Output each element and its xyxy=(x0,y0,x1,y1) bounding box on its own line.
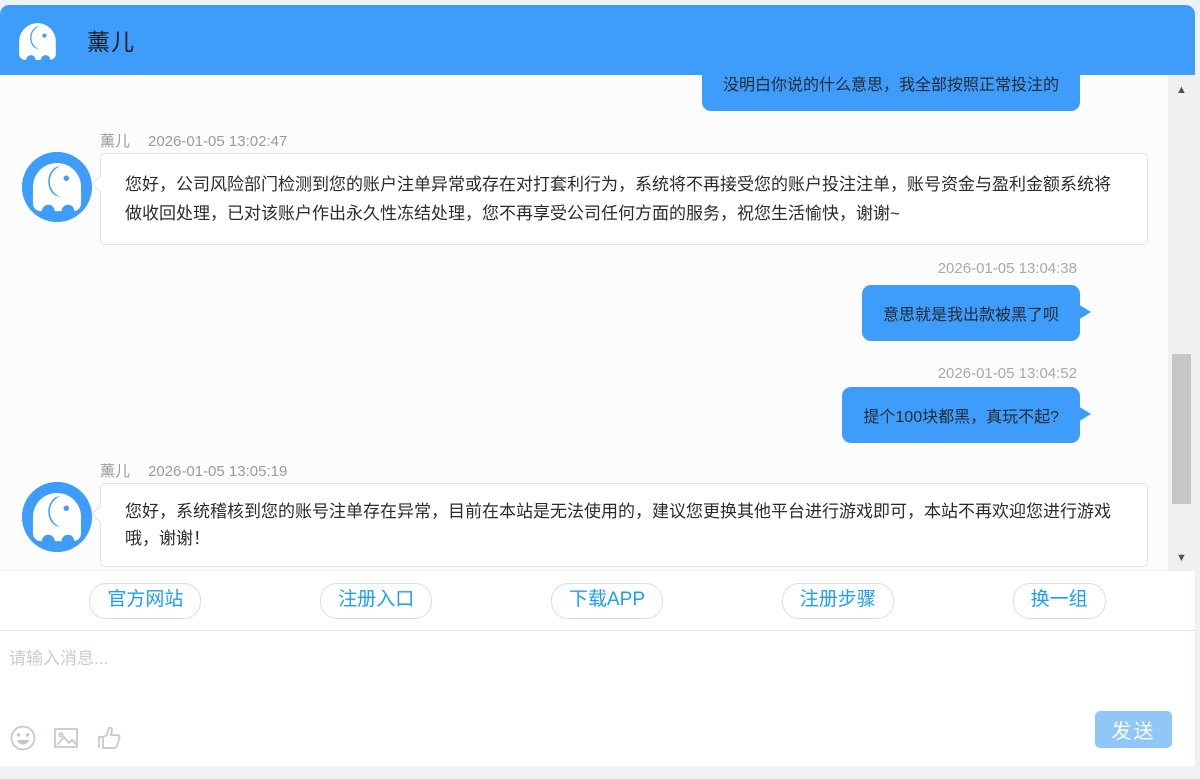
quick-reply-change-set[interactable]: 换一组 xyxy=(1013,583,1106,619)
thumbs-up-icon[interactable] xyxy=(95,724,123,752)
chat-message-agent: 薰儿 2026-01-05 13:05:19 您好，系统稽核到您的账号注单存在异常… xyxy=(0,460,1195,570)
message-bubble-agent: 您好，系统稽核到您的账号注单存在异常，目前在本站是无法使用的，建议您更换其他平台… xyxy=(100,483,1148,567)
message-time: 2026-01-05 13:04:52 xyxy=(938,365,1077,382)
bubble-caret xyxy=(1078,406,1091,422)
message-time: 2026-01-05 13:04:38 xyxy=(938,260,1077,277)
quick-replies: 官方网站 注册入口 下载APP 注册步骤 换一组 xyxy=(0,570,1195,630)
emoji-icon[interactable] xyxy=(9,724,37,752)
message-meta: 薰儿 2026-01-05 13:02:47 xyxy=(100,130,287,151)
chat-header: 薰儿 xyxy=(0,5,1195,75)
chat-message-agent: 薰儿 2026-01-05 13:02:47 您好，公司风险部门检测到您的账户注单… xyxy=(0,130,1195,245)
elephant-logo-icon xyxy=(14,18,61,62)
agent-avatar xyxy=(22,482,92,552)
quick-reply-register-entry[interactable]: 注册入口 xyxy=(320,583,432,619)
quick-reply-register-steps[interactable]: 注册步骤 xyxy=(782,583,894,619)
chat-area: 没明白你说的什么意思，我全部按照正常投注的 薰儿 2026-01-05 13:02… xyxy=(0,75,1195,570)
image-icon[interactable] xyxy=(52,724,80,752)
vertical-scrollbar[interactable]: ▲ ▼ xyxy=(1168,75,1195,570)
composer-toolbar xyxy=(9,724,123,752)
quick-reply-official-site[interactable]: 官方网站 xyxy=(89,583,201,619)
message-bubble-user: 意思就是我出款被黑了呗 xyxy=(862,285,1080,341)
message-time: 2026-01-05 13:02:47 xyxy=(148,133,287,150)
scroll-down-icon[interactable]: ▼ xyxy=(1168,553,1195,564)
message-input[interactable] xyxy=(0,631,1100,697)
message-text: 您好，系统稽核到您的账号注单存在异常，目前在本站是无法使用的，建议您更换其他平台… xyxy=(125,502,1111,548)
bubble-caret xyxy=(92,176,109,193)
send-button[interactable]: 发送 xyxy=(1095,711,1172,748)
quick-reply-download-app[interactable]: 下载APP xyxy=(551,583,663,619)
message-meta: 薰儿 2026-01-05 13:05:19 xyxy=(100,460,287,481)
bubble-caret xyxy=(1078,304,1091,320)
chat-widget: 薰儿 没明白你说的什么意思，我全部按照正常投注的 薰儿 2026-01-05 13… xyxy=(0,5,1195,766)
message-bubble-agent: 您好，公司风险部门检测到您的账户注单异常或存在对打套利行为，系统将不再接受您的账… xyxy=(100,153,1148,245)
agent-title: 薰儿 xyxy=(87,23,135,57)
scroll-up-icon[interactable]: ▲ xyxy=(1168,85,1195,96)
message-text: 意思就是我出款被黑了呗 xyxy=(883,307,1059,324)
message-bubble-user: 没明白你说的什么意思，我全部按照正常投注的 xyxy=(702,75,1080,111)
message-text: 提个100块都黑，真玩不起? xyxy=(863,409,1059,426)
bubble-caret xyxy=(92,506,109,523)
agent-name: 薰儿 xyxy=(100,463,130,480)
agent-name: 薰儿 xyxy=(100,133,130,150)
message-time: 2026-01-05 13:05:19 xyxy=(148,463,287,480)
message-text: 您好，公司风险部门检测到您的账户注单异常或存在对打套利行为，系统将不再接受您的账… xyxy=(125,175,1111,223)
composer: 发送 xyxy=(0,630,1195,766)
agent-avatar xyxy=(22,152,92,222)
message-bubble-user: 提个100块都黑，真玩不起? xyxy=(842,387,1080,443)
scrollbar-thumb[interactable] xyxy=(1172,354,1191,504)
